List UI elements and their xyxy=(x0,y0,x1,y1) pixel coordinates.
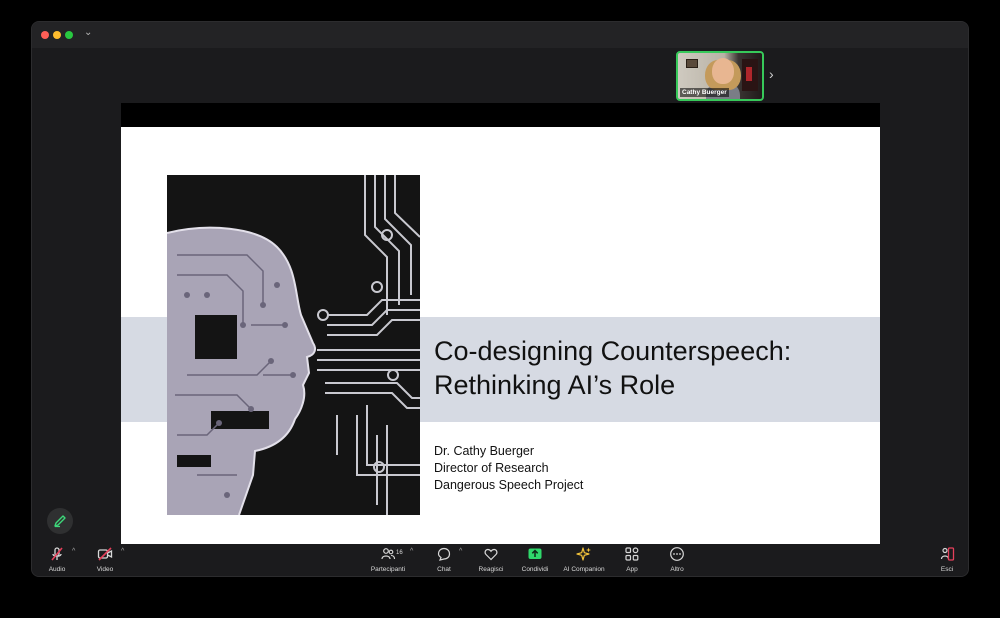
ai-companion-label: AI Companion xyxy=(563,566,605,573)
ai-sparkle-icon xyxy=(576,547,591,561)
leave-label: Esci xyxy=(940,566,954,573)
close-window-button[interactable] xyxy=(41,31,49,39)
react-label: Reagisci xyxy=(478,566,504,573)
pencil-icon xyxy=(54,515,66,528)
shared-screen-top-bar xyxy=(121,103,880,127)
share-screen-icon xyxy=(528,548,542,559)
participants-count: 16 xyxy=(396,550,403,556)
apps-grid-icon xyxy=(625,547,639,561)
camera-off-icon xyxy=(97,547,113,561)
slide-title: Co-designing Counterspeech: Rethinking A… xyxy=(434,334,791,402)
minimize-window-button[interactable] xyxy=(53,31,61,39)
participants-icon xyxy=(381,548,396,560)
apps-label: App xyxy=(626,566,638,573)
heart-icon xyxy=(484,548,498,561)
microphone-muted-icon xyxy=(51,547,63,561)
presenter-role: Director of Research xyxy=(434,461,549,475)
leave-icon xyxy=(940,547,955,561)
next-thumbnails-arrow-icon[interactable]: › xyxy=(769,66,774,82)
video-options-caret-icon[interactable]: ^ xyxy=(121,548,124,555)
chat-label: Chat xyxy=(437,566,451,573)
meeting-window: ⌄ Cathy Buerger › Co-designing Countersp… xyxy=(31,21,969,577)
presenter-info: Dr. Cathy Buerger Director of Research D… xyxy=(434,443,583,494)
leave-meeting-button[interactable]: Esci xyxy=(922,546,968,573)
annotate-pencil-button[interactable] xyxy=(47,508,73,534)
video-label: Video xyxy=(96,566,114,573)
circuit-head-svg xyxy=(167,175,420,515)
presenter-name: Dr. Cathy Buerger xyxy=(434,444,535,458)
participants-button[interactable]: Partecipanti xyxy=(363,546,413,573)
chat-options-caret-icon[interactable]: ^ xyxy=(459,548,462,555)
audio-options-caret-icon[interactable]: ^ xyxy=(72,548,75,555)
meeting-toolbar: Audio ^ Video ^ Partecipanti 16 ^ Chat ^… xyxy=(32,544,968,576)
more-dots-icon xyxy=(670,547,684,561)
slide-title-line-1: Co-designing Counterspeech: xyxy=(434,336,792,366)
participant-name-label: Cathy Buerger xyxy=(680,88,729,97)
circuit-head-illustration xyxy=(167,175,420,515)
apps-button[interactable]: App xyxy=(607,546,657,573)
participants-options-caret-icon[interactable]: ^ xyxy=(410,548,413,555)
share-screen-button[interactable]: Condividi xyxy=(510,546,560,573)
participant-video-thumbnail[interactable]: Cathy Buerger xyxy=(676,51,764,101)
video-wall-frame xyxy=(686,59,698,68)
slide-title-line-2: Rethinking AI’s Role xyxy=(434,370,676,400)
view-menu-chevron-icon[interactable]: ⌄ xyxy=(84,27,92,38)
more-button[interactable]: Altro xyxy=(652,546,702,573)
share-label: Condividi xyxy=(521,566,549,573)
presenter-organization: Dangerous Speech Project xyxy=(434,478,584,492)
fullscreen-window-button[interactable] xyxy=(65,31,73,39)
participant-face xyxy=(712,58,734,84)
video-book xyxy=(746,67,752,81)
shared-slide: Co-designing Counterspeech: Rethinking A… xyxy=(121,127,880,546)
title-bar: ⌄ xyxy=(32,22,968,48)
audio-label: Audio xyxy=(48,566,66,573)
participants-label: Partecipanti xyxy=(370,566,406,573)
react-button[interactable]: Reagisci xyxy=(466,546,516,573)
more-label: Altro xyxy=(670,566,684,573)
chat-bubble-icon xyxy=(437,547,451,561)
ai-companion-button[interactable]: AI Companion xyxy=(559,546,609,573)
